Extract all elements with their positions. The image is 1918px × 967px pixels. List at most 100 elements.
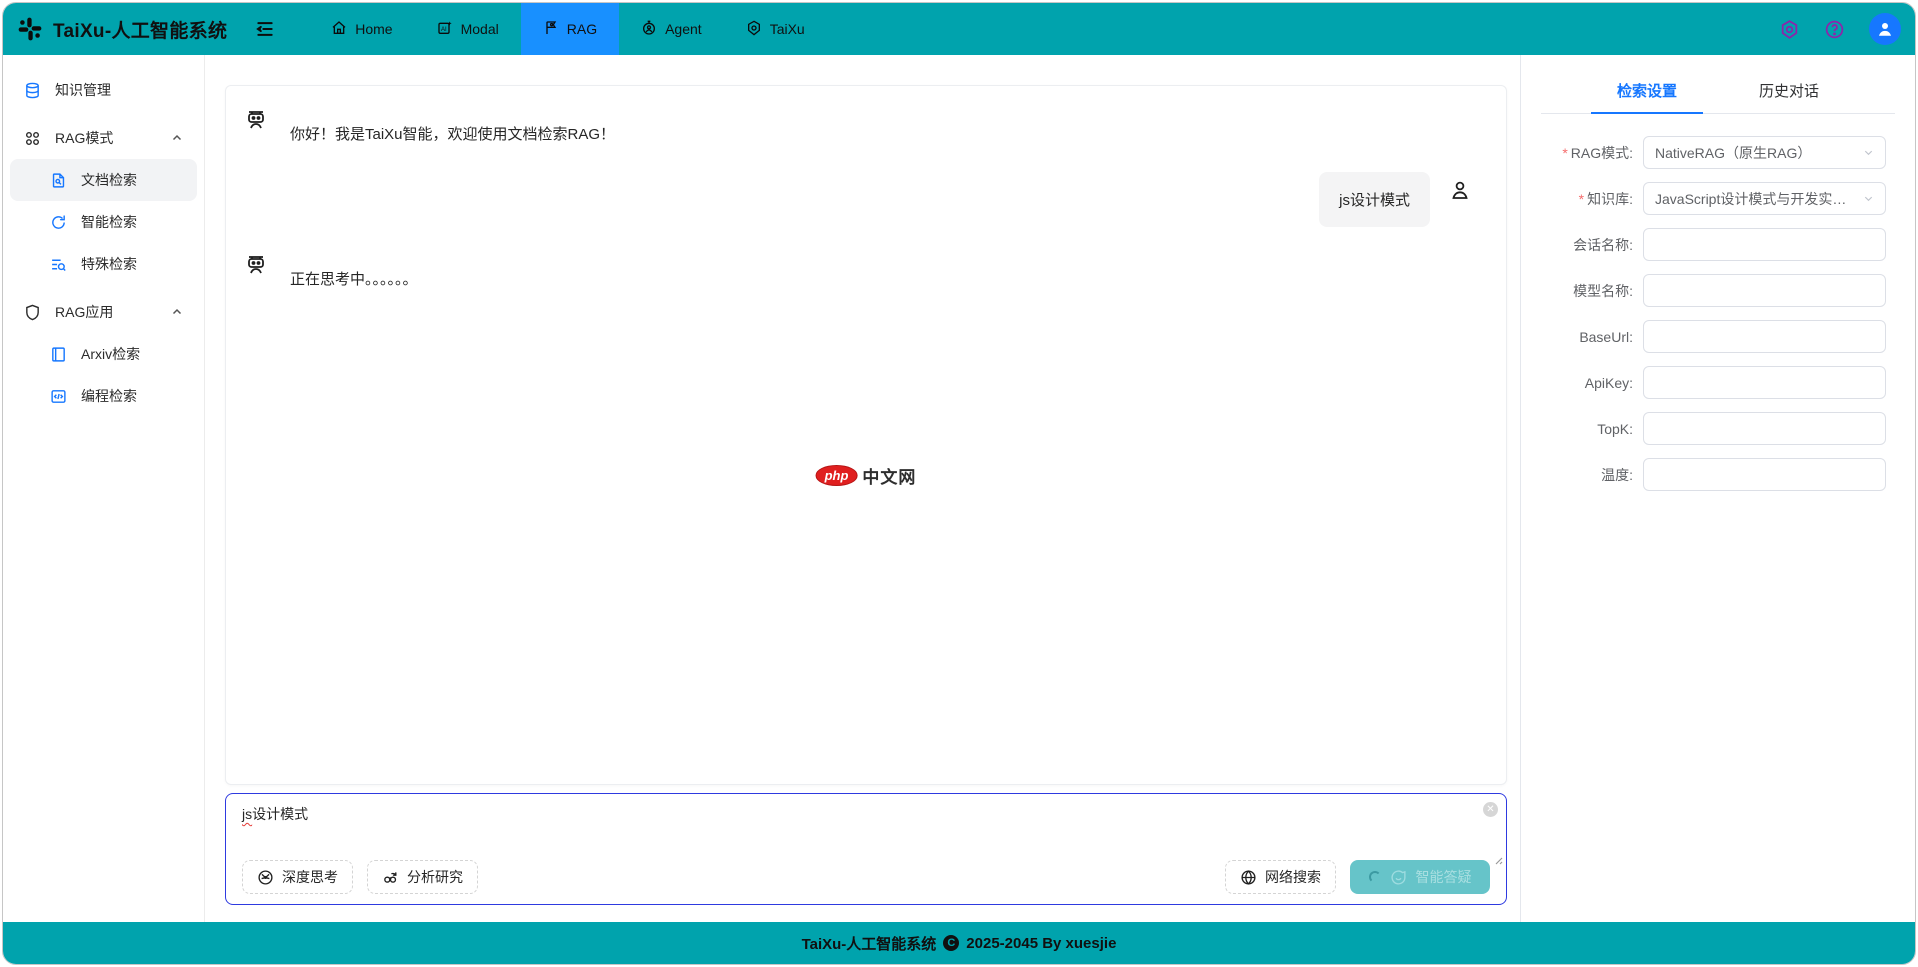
settings-gear-icon[interactable] bbox=[1779, 19, 1800, 40]
modal-ai-icon: AI bbox=[437, 20, 453, 39]
form-row-baseurl: BaseUrl: bbox=[1541, 320, 1895, 353]
shield-icon bbox=[24, 304, 41, 321]
nav-item-agent[interactable]: Agent bbox=[619, 3, 724, 55]
chat-history-panel: 你好！我是TaiXu智能，欢迎使用文档检索RAG！ js设计模式 正在思考中。。… bbox=[225, 85, 1507, 785]
web-search-button[interactable]: 网络搜索 bbox=[1225, 860, 1336, 894]
sidebar-section-label: RAG模式 bbox=[55, 128, 113, 148]
composer-toolbar: 深度思考 分析研究 bbox=[242, 860, 1490, 894]
form-row-rag-mode: *RAG模式: NativeRAG（原生RAG） bbox=[1541, 136, 1895, 169]
sidebar-item-code-search[interactable]: 编程检索 bbox=[10, 375, 197, 417]
session-name-field bbox=[1643, 228, 1886, 261]
book-icon bbox=[50, 346, 67, 363]
footer-site-name: TaiXu-人工智能系统 bbox=[802, 933, 937, 954]
apikey-input[interactable] bbox=[1655, 367, 1874, 398]
grid-icon bbox=[24, 130, 41, 147]
copyright-icon: C bbox=[943, 935, 959, 951]
select-value: JavaScript设计模式与开发实践.... bbox=[1655, 189, 1857, 209]
help-icon[interactable] bbox=[1824, 19, 1845, 40]
baseurl-input[interactable] bbox=[1655, 321, 1874, 352]
chevron-down-icon bbox=[1863, 193, 1874, 204]
resize-grip[interactable] bbox=[1493, 852, 1503, 870]
robot-icon bbox=[244, 253, 268, 289]
nav-label: Modal bbox=[461, 21, 499, 37]
chevron-up-icon bbox=[171, 306, 183, 318]
field-label: 会话名称: bbox=[1541, 235, 1643, 255]
sidebar-item-arxiv-search[interactable]: Arxiv检索 bbox=[10, 333, 197, 375]
analyze-icon bbox=[382, 869, 399, 886]
sidebar-item-special-search[interactable]: 特殊检索 bbox=[10, 243, 197, 285]
sidebar-item-label: 特殊检索 bbox=[81, 254, 137, 274]
nav-label: Home bbox=[355, 21, 392, 37]
top-navbar: TaiXu-人工智能系统 Home AI Modal bbox=[3, 3, 1915, 55]
nav-label: RAG bbox=[567, 21, 597, 37]
chat-smile-icon bbox=[1390, 869, 1407, 886]
window-frame: TaiXu-人工智能系统 Home AI Modal bbox=[0, 0, 1918, 967]
temperature-input[interactable] bbox=[1655, 459, 1874, 490]
user-icon bbox=[1448, 178, 1472, 207]
form-row-apikey: ApiKey: bbox=[1541, 366, 1895, 399]
topk-input[interactable] bbox=[1655, 413, 1874, 444]
topk-field bbox=[1643, 412, 1886, 445]
nav-item-rag[interactable]: RAG bbox=[521, 3, 619, 55]
footer-copyright: 2025-2045 By xuesjie bbox=[966, 935, 1116, 952]
brand: TaiXu-人工智能系统 bbox=[17, 16, 227, 43]
clear-input-icon[interactable]: ✕ bbox=[1483, 802, 1498, 817]
sidebar-item-label: 知识管理 bbox=[55, 80, 111, 100]
input-text-misspelled: js bbox=[242, 806, 252, 822]
sidebar-section-rag-mode[interactable]: RAG模式 bbox=[10, 117, 197, 159]
field-label: 模型名称: bbox=[1541, 281, 1643, 301]
nav-item-modal[interactable]: AI Modal bbox=[415, 3, 521, 55]
bot-thinking-text: 正在思考中。。。。。。 bbox=[290, 253, 418, 289]
sidebar-section-rag-apps[interactable]: RAG应用 bbox=[10, 291, 197, 333]
chat-main: 你好！我是TaiXu智能，欢迎使用文档检索RAG！ js设计模式 正在思考中。。… bbox=[205, 55, 1520, 922]
nav-item-taixu[interactable]: TaiXu bbox=[724, 3, 827, 55]
sidebar-item-label: 智能检索 bbox=[81, 212, 137, 232]
nav-item-home[interactable]: Home bbox=[309, 3, 414, 55]
footer: TaiXu-人工智能系统 C 2025-2045 By xuesjie bbox=[3, 922, 1915, 964]
form-row-topk: TopK: bbox=[1541, 412, 1895, 445]
tab-search-settings[interactable]: 检索设置 bbox=[1591, 71, 1703, 113]
knowledge-base-select[interactable]: JavaScript设计模式与开发实践.... bbox=[1643, 182, 1886, 215]
sidebar-item-knowledge[interactable]: 知识管理 bbox=[10, 69, 197, 111]
home-icon bbox=[331, 20, 347, 39]
form-row-knowledge-base: *知识库: JavaScript设计模式与开发实践.... bbox=[1541, 182, 1895, 215]
form-row-model-name: 模型名称: bbox=[1541, 274, 1895, 307]
input-text: 设计模式 bbox=[252, 806, 308, 822]
baseurl-field bbox=[1643, 320, 1886, 353]
php-logo-badge: php bbox=[816, 465, 858, 486]
session-name-input[interactable] bbox=[1655, 229, 1874, 260]
deep-think-icon bbox=[257, 869, 274, 886]
smart-answer-send-button[interactable]: 智能答疑 bbox=[1350, 860, 1490, 894]
loading-spinner-icon bbox=[1369, 871, 1381, 883]
settings-tabs: 检索设置 历史对话 bbox=[1541, 71, 1895, 114]
model-name-input[interactable] bbox=[1655, 275, 1874, 306]
settings-form: *RAG模式: NativeRAG（原生RAG） *知识库: JavaScrip… bbox=[1541, 136, 1895, 491]
svg-text:AI: AI bbox=[441, 27, 447, 33]
bot-message-thinking: 正在思考中。。。。。。 bbox=[244, 253, 1488, 289]
robot-icon bbox=[244, 108, 268, 144]
field-label: ApiKey: bbox=[1541, 375, 1643, 391]
sidebar-section-label: RAG应用 bbox=[55, 302, 113, 322]
app-title: TaiXu-人工智能系统 bbox=[53, 16, 227, 43]
field-label: *知识库: bbox=[1541, 189, 1643, 209]
message-input[interactable]: js设计模式 bbox=[242, 804, 1490, 824]
bot-message-text: 你好！我是TaiXu智能，欢迎使用文档检索RAG！ bbox=[290, 108, 615, 144]
sidebar-item-smart-search[interactable]: 智能检索 bbox=[10, 201, 197, 243]
deep-think-button[interactable]: 深度思考 bbox=[242, 860, 353, 894]
rag-mode-select[interactable]: NativeRAG（原生RAG） bbox=[1643, 136, 1886, 169]
chevron-up-icon bbox=[171, 132, 183, 144]
analyze-label: 分析研究 bbox=[407, 867, 463, 887]
select-value: NativeRAG（原生RAG） bbox=[1655, 143, 1811, 163]
analyze-research-button[interactable]: 分析研究 bbox=[367, 860, 478, 894]
web-search-label: 网络搜索 bbox=[1265, 867, 1321, 887]
menu-fold-icon[interactable] bbox=[255, 19, 275, 39]
sidebar-item-label: Arxiv检索 bbox=[81, 344, 140, 364]
tab-history-chats[interactable]: 历史对话 bbox=[1733, 71, 1845, 113]
agent-icon bbox=[641, 20, 657, 39]
rag-flag-icon bbox=[543, 20, 559, 39]
field-label: *RAG模式: bbox=[1541, 143, 1643, 163]
sidebar-item-doc-search[interactable]: 文档检索 bbox=[10, 159, 197, 201]
field-label: BaseUrl: bbox=[1541, 329, 1643, 345]
user-avatar[interactable] bbox=[1869, 13, 1901, 45]
refresh-icon bbox=[50, 214, 67, 231]
